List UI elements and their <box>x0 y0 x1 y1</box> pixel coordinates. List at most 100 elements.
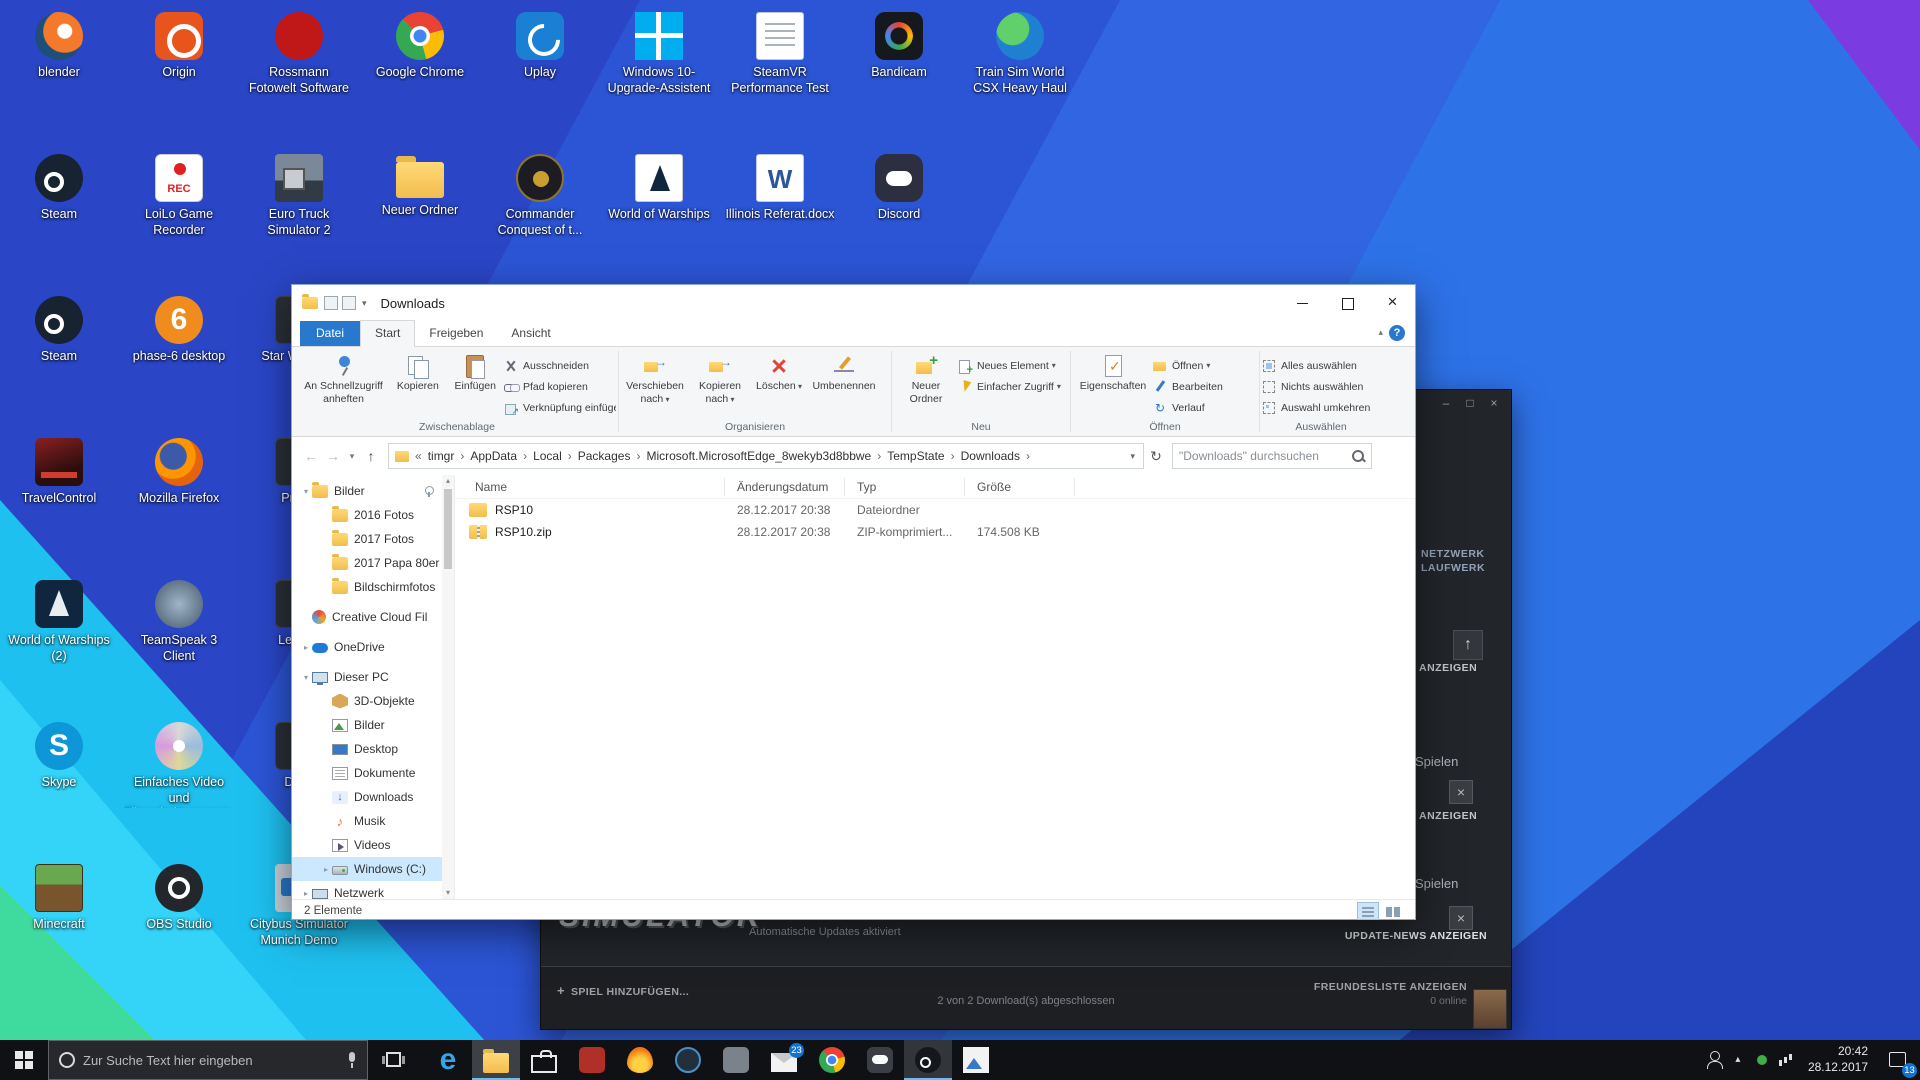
desktop-icon-teamspeak[interactable]: TeamSpeak 3 Client <box>124 580 234 664</box>
tab-start[interactable]: Start <box>360 320 415 347</box>
play-button[interactable]: Spielen <box>1415 876 1458 891</box>
taskbar-app-dark[interactable] <box>664 1040 712 1080</box>
action-center-button[interactable]: 13 <box>1878 1040 1918 1080</box>
breadcrumb-segment[interactable]: Downloads <box>961 449 1036 463</box>
thumbnails-view-button[interactable] <box>1381 902 1403 920</box>
details-view-button[interactable] <box>1357 902 1379 920</box>
sidebar-item-videos[interactable]: Videos <box>292 833 442 857</box>
desktop-icon-origin[interactable]: Origin <box>124 12 234 81</box>
desktop-icon-skype[interactable]: Skype <box>4 722 114 791</box>
desktop-icon-world-of-warships-2[interactable]: World of Warships (2) <box>4 580 114 664</box>
copy-path-button[interactable]: Pfad kopieren <box>504 376 616 397</box>
friends-list-button[interactable]: FREUNDESLISTE ANZEIGEN <box>1314 981 1467 993</box>
taskbar-search-input[interactable] <box>83 1053 347 1068</box>
back-icon[interactable]: ← <box>300 448 322 464</box>
desktop-icon-uplay[interactable]: Uplay <box>485 12 595 81</box>
desktop-icon-steam[interactable]: Steam <box>4 154 114 223</box>
new-folder-button[interactable]: Neuer Ordner <box>894 351 958 405</box>
breadcrumb-overflow[interactable]: « <box>415 449 422 463</box>
sidebar-item-downloads[interactable]: Downloads <box>292 785 442 809</box>
breadcrumb-segment[interactable]: AppData <box>470 449 533 463</box>
desktop-icon-firefox[interactable]: Mozilla Firefox <box>124 438 234 507</box>
show-button[interactable]: ANZEIGEN <box>1419 810 1477 822</box>
sidebar-item-desktop[interactable]: Desktop <box>292 737 442 761</box>
select-none-button[interactable]: Nichts auswählen <box>1262 376 1380 397</box>
paste-button[interactable]: Einfügen <box>447 351 504 393</box>
sidebar-item-bilder[interactable]: Bilder <box>292 479 442 503</box>
column-type[interactable]: Typ <box>845 478 965 496</box>
desktop-icon-illinois-referat[interactable]: Illinois Referat.docx <box>725 154 835 223</box>
desktop-icon-videoprogramm[interactable]: Einfaches Video und Filmschnittprogram..… <box>124 722 234 808</box>
chevron-down-icon[interactable] <box>300 673 312 682</box>
tray-chevron-icon[interactable] <box>1726 1040 1750 1080</box>
desktop-icon-travelcontrol[interactable]: TravelControl <box>4 438 114 507</box>
breadcrumb-segment[interactable]: timgr <box>428 449 471 463</box>
scroll-up-icon[interactable]: ▴ <box>442 475 454 487</box>
taskbar-app-explorer[interactable] <box>472 1040 520 1080</box>
sidebar-item-bildschirmfotos[interactable]: Bildschirmfotos <box>292 575 442 599</box>
address-dropdown-icon[interactable]: ▾ <box>1126 451 1139 462</box>
taskbar-app-store[interactable] <box>520 1040 568 1080</box>
start-button[interactable] <box>0 1040 48 1080</box>
sidebar-item-2017-papa-80er[interactable]: 2017 Papa 80er <box>292 551 442 575</box>
explorer-search-input[interactable] <box>1179 449 1351 463</box>
desktop-icon-wows-shortcut[interactable]: World of Warships <box>604 154 714 223</box>
taskbar-app-photos[interactable] <box>952 1040 1000 1080</box>
desktop-icon-chrome[interactable]: Google Chrome <box>365 12 475 81</box>
desktop-icon-neuer-ordner[interactable]: Neuer Ordner <box>365 154 475 219</box>
nav-scrollbar[interactable]: ▴ ▾ <box>442 475 454 899</box>
file-row[interactable]: RSP10.zip 28.12.2017 20:38 ZIP-komprimie… <box>455 521 1415 543</box>
taskbar-app-steam[interactable] <box>904 1040 952 1080</box>
breadcrumb-segment[interactable]: TempState <box>887 449 960 463</box>
history-button[interactable]: Verlauf <box>1153 397 1253 418</box>
desktop-icon-loilo[interactable]: LoiLo Game Recorder <box>124 154 234 238</box>
chevron-right-icon[interactable] <box>300 643 312 652</box>
taskbar-app-chrome[interactable] <box>808 1040 856 1080</box>
move-to-button[interactable]: Verschieben nach <box>621 351 689 405</box>
copy-to-button[interactable]: Kopieren nach <box>689 351 751 405</box>
taskbar-app-gray[interactable] <box>712 1040 760 1080</box>
task-view-button[interactable] <box>372 1040 416 1080</box>
paste-shortcut-button[interactable]: Verknüpfung einfügen <box>504 397 616 418</box>
desktop-icon-steamvr-test[interactable]: SteamVR Performance Test <box>725 12 835 96</box>
quick-access-toolbar-icon[interactable] <box>324 296 338 310</box>
microphone-icon[interactable] <box>347 1052 357 1068</box>
network-icon[interactable] <box>1774 1040 1798 1080</box>
chevron-down-icon[interactable]: ▾ <box>362 298 367 309</box>
maximize-icon[interactable] <box>1325 285 1370 321</box>
sidebar-item-onedrive[interactable]: OneDrive <box>292 635 442 659</box>
sidebar-item-dokumente[interactable]: Dokumente <box>292 761 442 785</box>
taskbar-app-flame[interactable] <box>616 1040 664 1080</box>
search-icon[interactable] <box>1351 449 1365 463</box>
taskbar-app-edge[interactable] <box>424 1040 472 1080</box>
minimize-icon[interactable] <box>1437 394 1455 412</box>
chevron-down-icon[interactable] <box>300 487 312 496</box>
show-button[interactable]: ANZEIGEN <box>1419 662 1477 674</box>
remove-download-button[interactable] <box>1449 780 1473 804</box>
desktop-icon-minecraft[interactable]: Minecraft <box>4 864 114 933</box>
properties-button[interactable]: Eigenschaften <box>1073 351 1153 393</box>
sidebar-item-creative-cloud[interactable]: Creative Cloud Fil <box>292 605 442 629</box>
close-icon[interactable] <box>1485 394 1503 412</box>
tab-datei[interactable]: Datei <box>300 321 360 346</box>
new-item-button[interactable]: Neues Element <box>958 355 1066 376</box>
move-up-button[interactable] <box>1453 630 1483 660</box>
maximize-icon[interactable] <box>1461 394 1479 412</box>
scroll-down-icon[interactable]: ▾ <box>442 887 454 899</box>
breadcrumb-segment[interactable]: Microsoft.MicrosoftEdge_8wekyb3d8bbwe <box>646 449 887 463</box>
desktop-icon-steam-2[interactable]: Steam <box>4 296 114 365</box>
tab-freigeben[interactable]: Freigeben <box>415 321 497 346</box>
column-modified[interactable]: Änderungsdatum <box>725 478 845 496</box>
desktop-icon-ets2[interactable]: Euro Truck Simulator 2 <box>244 154 354 238</box>
scrollbar-thumb[interactable] <box>444 489 452 569</box>
sidebar-item-bilder-pc[interactable]: Bilder <box>292 713 442 737</box>
delete-button[interactable]: Löschen <box>751 351 807 393</box>
sidebar-item-2016-fotos[interactable]: 2016 Fotos <box>292 503 442 527</box>
desktop-icon-train-sim-world[interactable]: Train Sim World CSX Heavy Haul <box>965 12 1075 96</box>
desktop-icon-discord[interactable]: Discord <box>844 154 954 223</box>
desktop-icon-phase6[interactable]: phase-6 desktop <box>124 296 234 365</box>
select-all-button[interactable]: Alles auswählen <box>1262 355 1380 376</box>
tab-ansicht[interactable]: Ansicht <box>497 321 564 346</box>
desktop-icon-bandicam[interactable]: Bandicam <box>844 12 954 81</box>
taskbar-app-mail[interactable]: 23 <box>760 1040 808 1080</box>
